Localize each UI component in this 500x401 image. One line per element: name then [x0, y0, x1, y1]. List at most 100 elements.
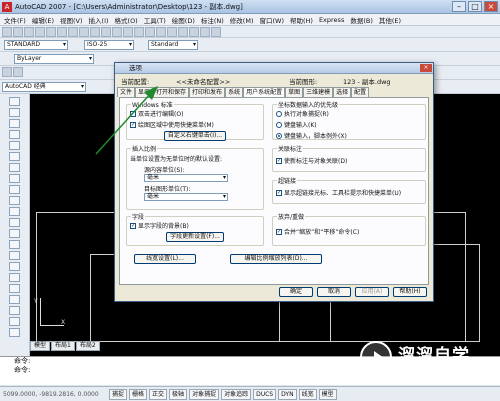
design-center-icon[interactable] [189, 27, 199, 37]
priority-osnap-radio[interactable] [276, 110, 282, 117]
layer-state-icon[interactable] [13, 67, 23, 77]
menu-tools[interactable]: 工具(T) [144, 15, 166, 25]
tab-system[interactable]: 系统 [225, 87, 244, 97]
undo-redo-row[interactable]: ✓ 合并“缩放”和“平移”命令(C) [276, 227, 422, 236]
copy-icon[interactable] [79, 27, 89, 37]
menu-view[interactable]: 视图(V) [60, 15, 83, 25]
ortho-toggle[interactable]: 正交 [149, 388, 168, 400]
copy-object-icon[interactable] [9, 317, 20, 326]
arc-icon[interactable] [9, 152, 20, 161]
undo-icon[interactable] [112, 27, 122, 37]
publish-icon[interactable] [57, 27, 67, 37]
dyn-toggle[interactable]: DYN [278, 388, 297, 400]
ellipse-icon[interactable] [9, 196, 20, 205]
source-units-select[interactable]: 毫米 [144, 174, 228, 182]
tablestyle-select[interactable]: Standard [148, 40, 198, 50]
field-bg-checkbox[interactable]: ✓ [130, 222, 136, 229]
tab-model[interactable]: 模型 [30, 341, 51, 351]
close-button[interactable]: × [484, 1, 498, 12]
ok-button[interactable]: 确定 [279, 287, 313, 297]
field-bg-row[interactable]: ✓ 显示字段的背景(B) [130, 221, 260, 230]
preview-icon[interactable] [46, 27, 56, 37]
osnap-toggle[interactable]: 对象捕捉 [189, 388, 220, 400]
tab-drafting[interactable]: 草图 [285, 87, 304, 97]
construction-line-icon[interactable] [9, 108, 20, 117]
point-icon[interactable] [9, 240, 20, 249]
target-units-select[interactable]: 毫米 [144, 193, 228, 201]
make-block-icon[interactable] [9, 229, 20, 238]
menu-data[interactable]: 数据(B) [350, 15, 373, 25]
menu-express[interactable]: Express [319, 16, 344, 24]
spline-icon[interactable] [9, 185, 20, 194]
menu-edit[interactable]: 编辑(E) [32, 15, 54, 25]
textstyle-select[interactable]: STANDARD [4, 40, 68, 50]
help-button[interactable]: 帮助(H) [393, 287, 427, 297]
mtext-icon[interactable] [9, 295, 20, 304]
hatch-icon[interactable] [9, 251, 20, 260]
erase-icon[interactable] [9, 306, 20, 315]
snap-toggle[interactable]: 捕捉 [109, 388, 128, 400]
save-icon[interactable] [24, 27, 34, 37]
insert-block-icon[interactable] [9, 218, 20, 227]
help-icon[interactable] [211, 27, 221, 37]
tab-selection[interactable]: 选择 [333, 87, 352, 97]
polygon-icon[interactable] [9, 130, 20, 139]
gradient-icon[interactable] [9, 262, 20, 271]
menu-modify[interactable]: 修改(M) [230, 15, 254, 25]
menu-draw[interactable]: 绘图(D) [172, 15, 195, 25]
priority-keyboard-script-row[interactable]: 键盘输入，脚本例外(X) [276, 131, 422, 140]
dialog-close-button[interactable]: × [420, 64, 432, 72]
assoc-dim-checkbox[interactable]: ✓ [276, 157, 282, 164]
workspace-select[interactable]: AutoCAD 经典 [2, 82, 86, 92]
menu-file[interactable]: 文件(F) [4, 15, 26, 25]
tab-plot-publish[interactable]: 打印和发布 [189, 87, 226, 97]
hyperlink-checkbox[interactable]: ✓ [276, 189, 282, 196]
minimize-button[interactable]: – [452, 1, 466, 12]
open-icon[interactable] [13, 27, 23, 37]
match-props-icon[interactable] [101, 27, 111, 37]
cancel-button[interactable]: 取消 [317, 287, 351, 297]
table-icon[interactable] [9, 284, 20, 293]
hyperlink-row[interactable]: ✓ 显示超链接光标、工具栏提示和快捷菜单(U) [276, 188, 422, 197]
otrack-toggle[interactable]: 对象追踪 [221, 388, 252, 400]
dimstyle-select[interactable]: ISO-25 [84, 40, 134, 50]
tab-layout2[interactable]: 布局2 [75, 341, 100, 351]
assoc-dim-row[interactable]: ✓ 使新标注与对象关联(D) [276, 156, 422, 165]
edit-scale-list-button[interactable]: 编辑比例缩放列表(D)... [230, 254, 322, 264]
new-icon[interactable] [2, 27, 12, 37]
tool-palette-icon[interactable] [200, 27, 210, 37]
tab-layout1[interactable]: 布局1 [51, 341, 75, 351]
ellipse-arc-icon[interactable] [9, 207, 20, 216]
custom-rightclick-button[interactable]: 自定义右键单击(I)... [163, 131, 227, 141]
zoom-previous-icon[interactable] [167, 27, 177, 37]
menu-dimension[interactable]: 标注(N) [201, 15, 224, 25]
circle-icon[interactable] [9, 163, 20, 172]
zoom-icon[interactable] [145, 27, 155, 37]
priority-keyboard-row[interactable]: 键盘输入(K) [276, 120, 422, 129]
redo-icon[interactable] [123, 27, 133, 37]
cut-icon[interactable] [68, 27, 78, 37]
field-update-settings-button[interactable]: 字段更新设置(F)... [166, 232, 224, 242]
grid-toggle[interactable]: 栅格 [129, 388, 148, 400]
undo-redo-checkbox[interactable]: ✓ [276, 228, 282, 235]
menu-insert[interactable]: 插入(I) [89, 15, 109, 25]
menu-other[interactable]: 其他(E) [379, 15, 401, 25]
layer-manager-icon[interactable] [2, 67, 12, 77]
ducs-toggle[interactable]: DUCS [253, 388, 277, 400]
region-icon[interactable] [9, 273, 20, 282]
tab-3d-modeling[interactable]: 三维建模 [303, 87, 334, 97]
maximize-button[interactable]: □ [468, 1, 482, 12]
line-icon[interactable] [9, 97, 20, 106]
model-toggle[interactable]: 模型 [318, 388, 337, 400]
priority-keyboard-script-radio[interactable] [276, 132, 282, 139]
polyline-icon[interactable] [9, 119, 20, 128]
print-icon[interactable] [35, 27, 45, 37]
tab-user-preferences[interactable]: 用户系统配置 [243, 87, 286, 97]
properties-icon[interactable] [178, 27, 188, 37]
priority-osnap-row[interactable]: 执行对象捕捉(R) [276, 109, 422, 118]
layer-select[interactable]: ByLayer [14, 54, 94, 64]
zoom-window-icon[interactable] [156, 27, 166, 37]
pan-icon[interactable] [134, 27, 144, 37]
lineweight-settings-button[interactable]: 线宽设置(L)... [134, 254, 196, 264]
polar-toggle[interactable]: 极轴 [169, 388, 188, 400]
